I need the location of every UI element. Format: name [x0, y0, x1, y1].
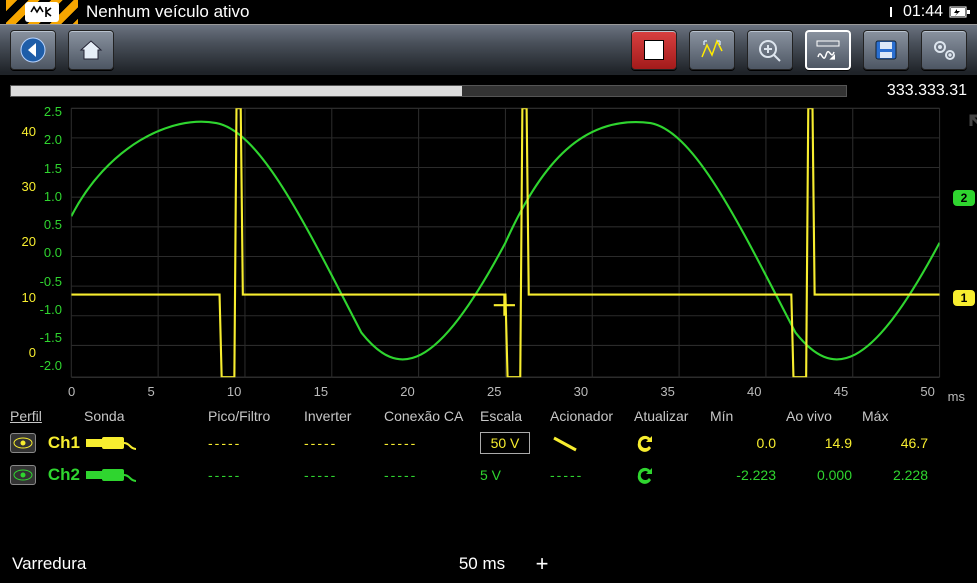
col-max: Máx — [862, 408, 934, 424]
col-conexao: Conexão CA — [384, 408, 476, 424]
probe-icon[interactable] — [84, 434, 204, 452]
ch2-trigger[interactable]: ----- — [550, 467, 630, 483]
signal-icon — [885, 5, 897, 19]
col-escala: Escala — [480, 408, 546, 424]
home-button[interactable] — [68, 30, 114, 70]
channel-row-ch1: Ch1 ----- ----- ----- 50 V 0.0 14.9 46.7 — [10, 427, 967, 459]
col-inverter: Inverter — [304, 408, 380, 424]
toolbar — [0, 24, 977, 76]
clock: 01:44 — [903, 3, 943, 21]
x-axis-unit: ms — [948, 389, 965, 404]
ch1-pico[interactable]: ----- — [208, 435, 300, 451]
col-atualizar: Atualizar — [634, 408, 706, 424]
ch1-max: 46.7 — [862, 435, 934, 451]
hazard-corner — [6, 0, 78, 24]
sweep-value[interactable]: 50 ms — [442, 554, 522, 574]
sweep-add-button[interactable]: + — [522, 551, 562, 577]
page-title: Nenhum veículo ativo — [86, 2, 249, 22]
eye-icon — [10, 465, 36, 485]
eye-icon — [10, 433, 36, 453]
back-button[interactable] — [10, 30, 56, 70]
y-axis-ch1: 403020100 — [8, 104, 36, 380]
x-axis: 05101520253035404550 — [68, 384, 935, 404]
col-pico: Pico/Filtro — [208, 408, 300, 424]
sweep-label[interactable]: Varredura — [12, 554, 442, 574]
probe-icon[interactable] — [84, 466, 204, 484]
ch1-trigger[interactable] — [550, 434, 630, 452]
record-button[interactable] — [631, 30, 677, 70]
ch2-refresh[interactable] — [634, 465, 706, 485]
ch2-flag[interactable]: 2 — [953, 190, 975, 206]
diag-badge — [25, 2, 59, 22]
wave-settings-button[interactable] — [805, 30, 851, 70]
ch1-flag[interactable]: 1 — [953, 290, 975, 306]
ch1-min: 0.0 — [710, 435, 782, 451]
ch1-conexao[interactable]: ----- — [384, 435, 476, 451]
ch1-refresh[interactable] — [634, 433, 706, 453]
timeline-bar[interactable] — [10, 85, 847, 97]
col-sonda: Sonda — [84, 408, 204, 424]
ch2-conexao[interactable]: ----- — [384, 467, 476, 483]
channel-row-ch2: Ch2 ----- ----- ----- 5 V ----- -2.223 0… — [10, 459, 967, 491]
channel-controls: Perfil Sonda Pico/Filtro Inverter Conexã… — [10, 408, 967, 491]
ch2-inverter[interactable]: ----- — [304, 467, 380, 483]
ch2-max: 2.228 — [862, 467, 934, 483]
ch2-pico[interactable]: ----- — [208, 467, 300, 483]
col-aovivo: Ao vivo — [786, 408, 858, 424]
settings-button[interactable] — [921, 30, 967, 70]
frame-counter: 333.333.31 — [857, 82, 967, 100]
ch1-escala[interactable]: 50 V — [480, 432, 546, 454]
cursor-measure-button[interactable] — [689, 30, 735, 70]
channel-name: Ch1 — [48, 433, 80, 453]
channel-name: Ch2 — [48, 465, 80, 485]
save-button[interactable] — [863, 30, 909, 70]
channel-toggle-ch1[interactable]: Ch1 — [10, 433, 80, 453]
col-min: Mín — [710, 408, 782, 424]
ch1-inverter[interactable]: ----- — [304, 435, 380, 451]
ch2-live: 0.000 — [786, 467, 858, 483]
col-perfil[interactable]: Perfil — [10, 408, 80, 424]
battery-icon — [949, 5, 971, 19]
col-acionador: Acionador — [550, 408, 630, 424]
channel-toggle-ch2[interactable]: Ch2 — [10, 465, 80, 485]
y-axis-ch2: 2.52.01.51.00.50.0-0.5-1.0-1.5-2.0 — [34, 104, 62, 380]
ch1-live: 14.9 — [786, 435, 858, 451]
zoom-button[interactable] — [747, 30, 793, 70]
ch2-min: -2.223 — [710, 467, 782, 483]
scope-display[interactable]: 403020100 2.52.01.51.00.50.0-0.5-1.0-1.5… — [12, 104, 965, 404]
ch2-escala[interactable]: 5 V — [480, 467, 546, 483]
